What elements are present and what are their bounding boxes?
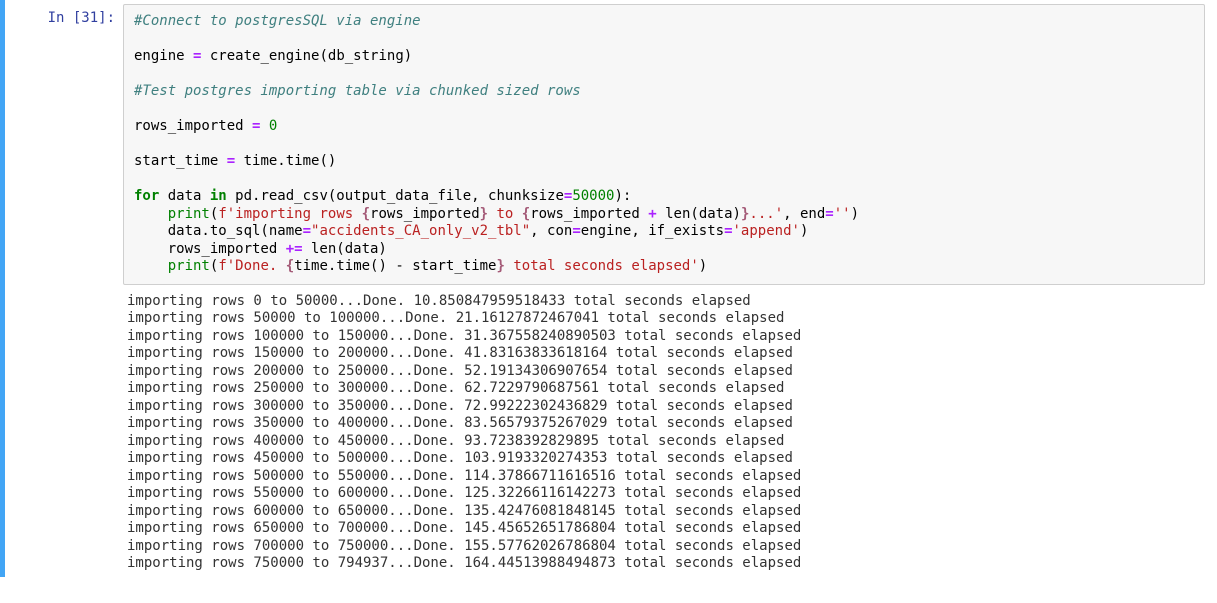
prompt-area: In [31]: <box>5 4 123 573</box>
code-block: #Connect to postgresSQL via engine engin… <box>134 13 1194 276</box>
output-area: importing rows 0 to 50000...Done. 10.850… <box>123 285 1205 573</box>
cell-body: #Connect to postgresSQL via engine engin… <box>123 4 1217 573</box>
notebook-cell: In [31]: #Connect to postgresSQL via eng… <box>0 0 1217 577</box>
stdout-output: importing rows 0 to 50000...Done. 10.850… <box>127 293 1205 573</box>
input-prompt: In [31]: <box>48 10 115 26</box>
code-input-area[interactable]: #Connect to postgresSQL via engine engin… <box>123 4 1205 285</box>
